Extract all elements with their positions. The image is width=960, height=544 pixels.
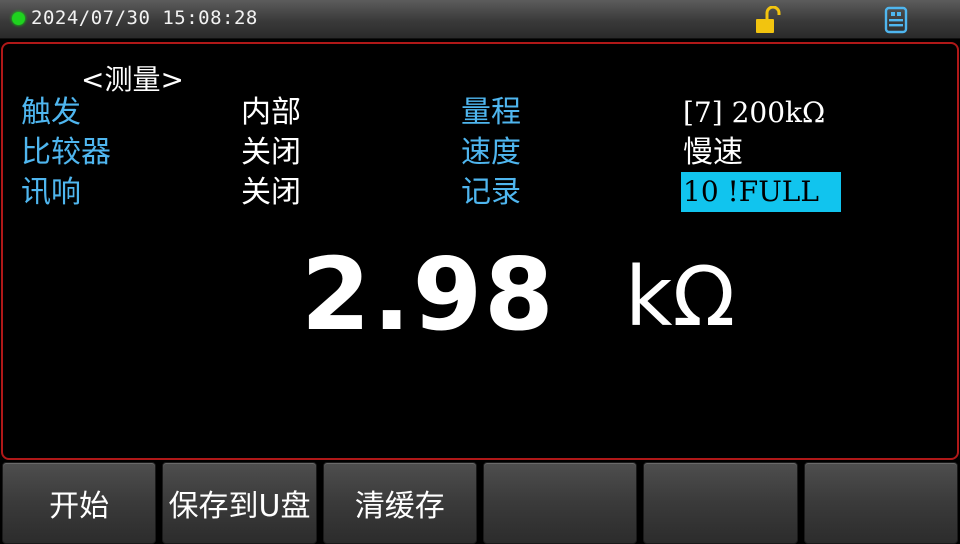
range-value[interactable]: [7] 200kΩ [683, 96, 825, 130]
softkey-save-to-usb[interactable]: 保存到U盘 [162, 462, 317, 544]
usb-icon [884, 6, 908, 34]
measurement-unit: kΩ [625, 250, 736, 345]
record-label[interactable]: 记录 [461, 176, 521, 210]
beep-value[interactable]: 关闭 [241, 176, 301, 210]
status-dot-icon [12, 12, 25, 25]
range-label[interactable]: 量程 [461, 96, 521, 130]
page-title: <测量> [81, 63, 184, 96]
comparator-label[interactable]: 比较器 [21, 136, 111, 170]
comparator-value[interactable]: 关闭 [241, 136, 301, 170]
softkey-start[interactable]: 开始 [2, 462, 157, 544]
measurement-panel: <测量> 触发 内部 量程 [7] 200kΩ 比较器 关闭 速度 慢速 讯响 … [1, 42, 959, 460]
softkey-4[interactable] [482, 462, 638, 544]
speed-value[interactable]: 慢速 [683, 136, 743, 170]
softkey-clear-cache[interactable]: 清缓存 [322, 462, 477, 544]
speed-label[interactable]: 速度 [461, 136, 521, 170]
beep-label[interactable]: 讯响 [21, 176, 81, 210]
status-bar: 2024/07/30 15:08:28 [0, 0, 960, 39]
trigger-value[interactable]: 内部 [241, 96, 301, 130]
measurement-reading: 2.98 [301, 236, 556, 353]
softkey-bar: 开始 保存到U盘 清缓存 [0, 462, 960, 544]
trigger-label[interactable]: 触发 [21, 96, 81, 130]
datetime: 2024/07/30 15:08:28 [31, 7, 258, 29]
unlocked-lock-icon[interactable] [754, 6, 784, 34]
record-value[interactable]: 10 !FULL [681, 172, 841, 212]
softkey-5[interactable] [643, 462, 798, 544]
softkey-6[interactable] [803, 462, 958, 544]
